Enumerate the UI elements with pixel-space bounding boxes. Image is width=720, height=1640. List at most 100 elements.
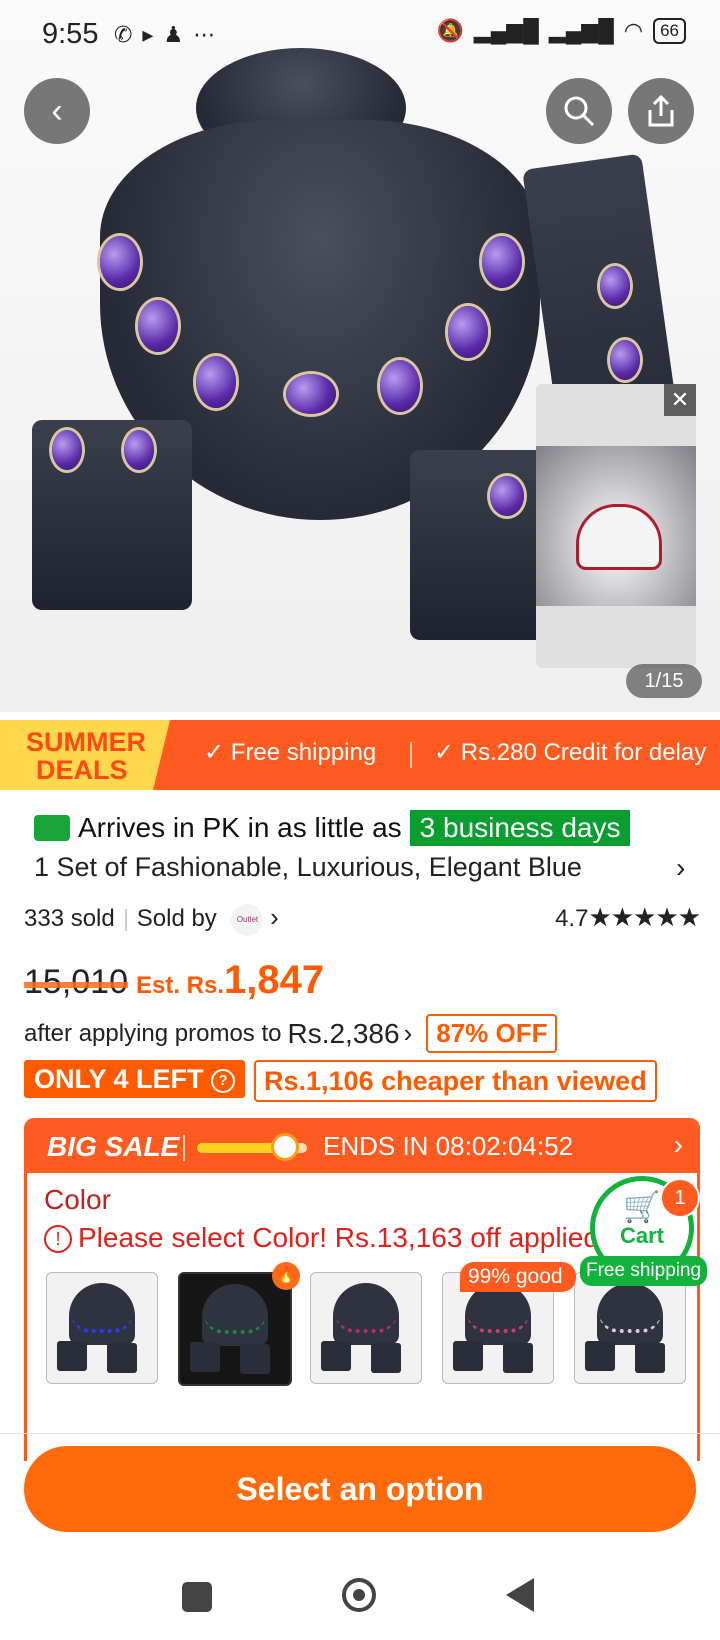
color-label: Color bbox=[44, 1184, 111, 1215]
close-icon: ✕ bbox=[670, 387, 690, 412]
gem bbox=[286, 374, 336, 414]
rating-badge: 99% good bbox=[460, 1262, 576, 1292]
ring-box bbox=[410, 450, 550, 640]
warning-text: Please select Color! Rs.13,163 off appli… bbox=[78, 1222, 599, 1253]
sold-by-label: Sold by bbox=[136, 905, 217, 932]
gem bbox=[196, 356, 236, 408]
color-swatch[interactable] bbox=[46, 1272, 158, 1384]
wifi-icon: ◠ bbox=[623, 18, 644, 43]
product-title[interactable]: 1 Set of Fashionable, Luxurious, Elegant… bbox=[34, 852, 654, 883]
swatch-box bbox=[321, 1341, 351, 1371]
cart-label: Cart bbox=[619, 1223, 664, 1248]
store-logo[interactable]: Outlet bbox=[231, 903, 264, 936]
chevron-right-icon: › bbox=[403, 1018, 413, 1048]
big-sale-bar[interactable]: BIG SALE ENDS IN 08:02:04:52 › bbox=[27, 1121, 697, 1173]
back-nav-button[interactable] bbox=[506, 1578, 534, 1612]
divider bbox=[124, 908, 127, 931]
original-price: 15,010 bbox=[24, 963, 128, 1001]
gem bbox=[380, 360, 420, 412]
video-necklace bbox=[576, 504, 662, 570]
recents-button[interactable] bbox=[182, 1582, 212, 1612]
image-counter: 1/15 bbox=[626, 664, 702, 698]
free-shipping-text: ✓ Free shipping bbox=[204, 739, 377, 766]
gem bbox=[124, 430, 154, 470]
swatch-box bbox=[57, 1341, 87, 1371]
video-preview[interactable] bbox=[536, 384, 696, 668]
close-video-button[interactable]: ✕ bbox=[664, 384, 696, 416]
star-icons: ★★★★★ bbox=[588, 902, 701, 932]
swatch-box bbox=[503, 1343, 533, 1373]
cart-count-badge: 1 bbox=[660, 1178, 700, 1218]
system-icons: 🔕 ▂▄▆█ ▂▄▆█ ◠ 66 bbox=[436, 18, 686, 44]
help-icon: ? bbox=[211, 1069, 236, 1093]
discount-badge: 87% OFF bbox=[426, 1014, 558, 1053]
divider bbox=[183, 1135, 185, 1161]
gem bbox=[610, 340, 640, 380]
cheaper-badge: Rs.1,106 cheaper than viewed bbox=[254, 1060, 657, 1102]
status-time: 9:55 bbox=[42, 18, 99, 50]
swatch-box bbox=[240, 1344, 270, 1374]
swatch-box bbox=[635, 1343, 665, 1373]
chevron-right-icon[interactable]: › bbox=[270, 902, 279, 932]
arrival-info: Arrives in PK in as little as 3 business… bbox=[34, 808, 631, 848]
summer-text: SUMMER bbox=[26, 727, 146, 757]
color-swatch[interactable] bbox=[178, 1272, 292, 1386]
swatch-box bbox=[585, 1341, 615, 1371]
search-button[interactable] bbox=[546, 78, 612, 144]
share-icon bbox=[648, 94, 674, 127]
signal-icon: ▂▄▆█ bbox=[473, 18, 539, 43]
color-swatch[interactable] bbox=[310, 1272, 422, 1384]
status-bar: 9:55 ✆▸♟⋯ 🔕 ▂▄▆█ ▂▄▆█ ◠ 66 bbox=[0, 0, 720, 78]
arrival-days-badge: 3 business days bbox=[409, 810, 631, 846]
promo-price: Rs.2,386 bbox=[287, 1017, 400, 1049]
battery-icon: 66 bbox=[653, 18, 686, 44]
gem bbox=[448, 306, 488, 358]
promo-row[interactable]: after applying promos to Rs.2,386 › 87% … bbox=[24, 1014, 558, 1053]
stock-text: ONLY 4 LEFT bbox=[34, 1064, 204, 1094]
promo-banner[interactable]: SUMMER DEALS ✓ Free shipping ✓ Rs.280 Cr… bbox=[0, 720, 720, 790]
swatch-box bbox=[453, 1341, 483, 1371]
mute-icon: 🔕 bbox=[436, 18, 464, 43]
truck-icon bbox=[34, 815, 70, 841]
gem bbox=[100, 236, 140, 288]
swatch-box bbox=[371, 1343, 401, 1373]
gem bbox=[138, 300, 178, 352]
divider bbox=[410, 742, 412, 768]
color-swatch[interactable] bbox=[574, 1272, 686, 1384]
deals-text: DEALS bbox=[36, 755, 128, 785]
alert-icon: ! bbox=[44, 1225, 72, 1253]
select-option-button[interactable]: Select an option bbox=[24, 1446, 696, 1532]
gem bbox=[490, 476, 524, 516]
clock-icon bbox=[271, 1133, 299, 1161]
share-button[interactable] bbox=[628, 78, 694, 144]
home-button[interactable] bbox=[342, 1578, 376, 1612]
search-icon bbox=[564, 96, 595, 127]
credit-text: ✓ Rs.280 Credit for delay bbox=[434, 739, 707, 766]
price-row: 15,010 Est. Rs.1,847 bbox=[24, 958, 324, 1008]
rating-value: 4.7 bbox=[555, 905, 589, 932]
chevron-right-icon: › bbox=[673, 1129, 683, 1160]
gem bbox=[52, 430, 82, 470]
notification-icons: ✆▸♟⋯ bbox=[114, 22, 226, 47]
system-nav-bar bbox=[0, 1560, 720, 1640]
est-label: Est. Rs. bbox=[136, 972, 225, 999]
chevron-right-icon[interactable]: › bbox=[676, 852, 685, 884]
back-button[interactable]: ‹ bbox=[24, 78, 90, 144]
gem bbox=[482, 236, 522, 288]
stock-badge[interactable]: ONLY 4 LEFT ? bbox=[24, 1060, 246, 1098]
signal-icon: ▂▄▆█ bbox=[548, 18, 614, 43]
gem bbox=[600, 266, 630, 306]
summer-deals-badge: SUMMER DEALS bbox=[0, 720, 170, 790]
arrival-text: Arrives in PK in as little as bbox=[78, 812, 402, 843]
swatch-box bbox=[107, 1343, 137, 1373]
sold-row: 333 sold Sold by Outlet › 4.7★★★★★ bbox=[24, 902, 701, 936]
free-shipping-badge: Free shipping bbox=[580, 1256, 708, 1286]
big-sale-label: BIG SALE bbox=[47, 1131, 180, 1162]
sale-progress-fill bbox=[197, 1143, 280, 1153]
flame-icon: 🔥 bbox=[272, 1262, 300, 1290]
divider bbox=[0, 1433, 720, 1434]
promo-text: after applying promos to bbox=[24, 1019, 282, 1047]
sold-count: 333 sold bbox=[24, 905, 115, 932]
swatch-box bbox=[190, 1342, 220, 1372]
rating[interactable]: 4.7★★★★★ bbox=[555, 902, 701, 933]
